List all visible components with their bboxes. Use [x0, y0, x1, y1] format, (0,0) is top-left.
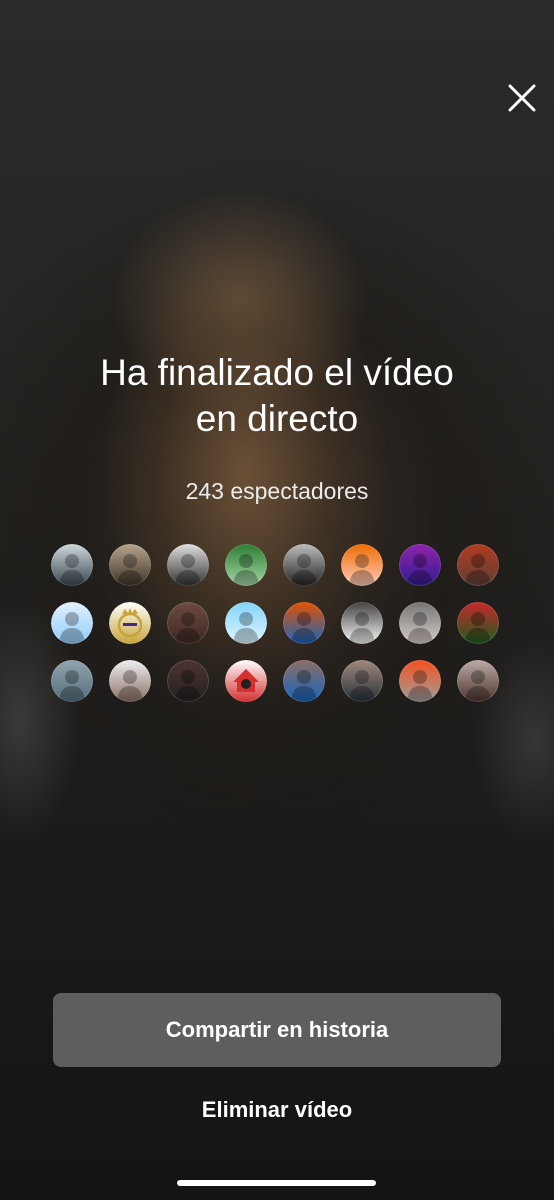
viewer-avatar[interactable] — [225, 660, 267, 702]
close-button[interactable] — [502, 78, 542, 118]
viewer-avatar[interactable] — [341, 660, 383, 702]
viewer-avatar[interactable] — [399, 660, 441, 702]
avatar-red-jersey — [457, 544, 499, 586]
avatar-sepia-portrait — [457, 660, 499, 702]
avatar-girl-glasses — [341, 660, 383, 702]
viewer-avatar-grid — [51, 544, 505, 702]
viewer-avatar[interactable] — [399, 544, 441, 586]
viewer-avatar[interactable] — [457, 602, 499, 644]
avatar-dark-figure — [341, 602, 383, 644]
avatar-orange-shirt — [341, 544, 383, 586]
viewer-avatar[interactable] — [51, 544, 93, 586]
avatar-white-jersey — [51, 602, 93, 644]
avatar-player-white — [109, 660, 151, 702]
viewer-avatar[interactable] — [283, 602, 325, 644]
real-madrid-crest-icon — [109, 602, 151, 644]
avatar-red-team — [457, 602, 499, 644]
live-ended-screen: Ha finalizado el vídeo en directo 243 es… — [0, 0, 554, 1200]
viewer-avatar[interactable] — [167, 602, 209, 644]
viewer-avatar[interactable] — [399, 602, 441, 644]
avatar-player-field — [283, 660, 325, 702]
viewer-avatar[interactable] — [51, 660, 93, 702]
viewer-avatar[interactable] — [225, 602, 267, 644]
avatar-mascot — [51, 660, 93, 702]
avatar-man-with-dog — [109, 544, 151, 586]
viewer-avatar[interactable] — [51, 602, 93, 644]
delete-video-button[interactable]: Eliminar vídeo — [127, 1090, 427, 1130]
title-line-2: en directo — [195, 398, 359, 439]
viewer-count: 243 espectadores — [185, 478, 369, 504]
viewer-avatar[interactable] — [167, 660, 209, 702]
avatar-two-girls-blue — [225, 602, 267, 644]
avatar-dark-portrait — [167, 602, 209, 644]
avatar-black-white-portrait — [167, 544, 209, 586]
close-icon — [508, 84, 536, 112]
avatar-football-field — [225, 544, 267, 586]
viewer-avatar[interactable] — [457, 660, 499, 702]
house-logo-icon — [225, 660, 267, 702]
avatar-purple-lights — [399, 544, 441, 586]
viewer-avatar[interactable] — [109, 544, 151, 586]
viewer-avatar[interactable] — [341, 544, 383, 586]
title-line-1: Ha finalizado el vídeo — [100, 352, 454, 393]
home-indicator[interactable] — [177, 1180, 376, 1186]
viewer-avatar[interactable] — [341, 602, 383, 644]
avatar-woman-selfie — [51, 544, 93, 586]
viewer-avatar[interactable] — [109, 602, 151, 644]
viewer-avatar[interactable] — [225, 544, 267, 586]
avatar-group-photo — [399, 602, 441, 644]
viewer-avatar[interactable] — [457, 544, 499, 586]
viewer-avatar[interactable] — [283, 544, 325, 586]
avatar-dark-girl — [167, 660, 209, 702]
viewer-avatar[interactable] — [167, 544, 209, 586]
live-ended-title: Ha finalizado el vídeo en directo — [0, 350, 554, 442]
avatar-team-photo — [283, 602, 325, 644]
viewer-avatar[interactable] — [109, 660, 151, 702]
avatar-mirror-selfie — [283, 544, 325, 586]
viewer-avatar[interactable] — [283, 660, 325, 702]
avatar-kid-orange — [399, 660, 441, 702]
share-to-story-button[interactable]: Compartir en historia — [53, 993, 501, 1067]
